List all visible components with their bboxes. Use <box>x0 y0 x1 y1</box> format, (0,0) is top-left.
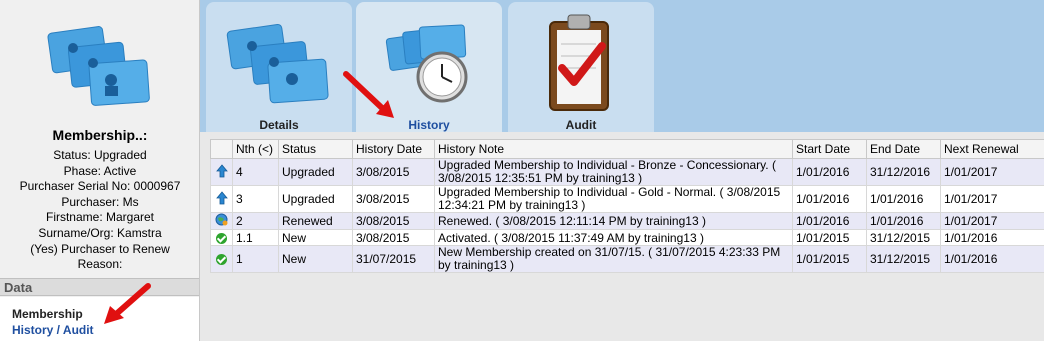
tab-history-label: History <box>408 118 450 132</box>
cell-status: Renewed <box>278 212 353 230</box>
cell-history-date: 31/07/2015 <box>352 245 435 273</box>
column-header-history-note[interactable]: History Note <box>434 139 793 159</box>
info-status: Status: Upgraded <box>53 148 147 162</box>
membership-info: Status: Upgraded Phase: Active Purchaser… <box>0 148 199 278</box>
cell-next-renewal: 1/01/2017 <box>940 158 1044 186</box>
data-link-membership[interactable]: Membership <box>12 307 83 321</box>
info-phase: Phase: Active <box>63 163 137 178</box>
cell-status: Upgraded <box>278 158 353 186</box>
table-row[interactable]: 1 New 31/07/2015 New Membership created … <box>210 245 1044 273</box>
cell-start-date: 1/01/2016 <box>792 185 867 213</box>
note-text: New Membership created on 31/07/15. ( 31… <box>438 246 781 272</box>
cell-nth: 3 <box>232 185 279 213</box>
annotation-arrow-icon <box>343 71 394 118</box>
cell-next-renewal: 1/01/2016 <box>940 229 1044 246</box>
cell-next-renewal: 1/01/2017 <box>940 185 1044 213</box>
clipboard-check-icon <box>549 14 609 111</box>
cell-end-date: 31/12/2016 <box>866 158 941 186</box>
cell-history-date: 3/08/2015 <box>352 185 435 213</box>
cell-end-date: 31/12/2015 <box>866 229 941 246</box>
cell-end-date: 1/01/2016 <box>866 185 941 213</box>
info-renew: (Yes) Purchaser to Renew <box>30 241 170 256</box>
cell-start-date: 1/01/2016 <box>792 212 867 230</box>
upgrade-arrow-icon <box>210 185 233 213</box>
member-cards-icon <box>226 24 329 104</box>
check-circle-icon <box>210 245 233 273</box>
cell-history-note: Upgraded Membership to Individual - Gold… <box>434 185 793 213</box>
cell-history-note: Upgraded Membership to Individual - Bron… <box>434 158 793 186</box>
table-row[interactable]: 1.1 New 3/08/2015 Activated. ( 3/08/2015… <box>210 229 1044 246</box>
table-header-row: Nth (<) Status History Date History Note… <box>210 139 1044 159</box>
cell-history-date: 3/08/2015 <box>352 212 435 230</box>
table-row[interactable]: 2 Renewed 3/08/2015 Renewed. ( 3/08/2015… <box>210 212 1044 230</box>
cell-end-date: 31/12/2015 <box>866 245 941 273</box>
cell-next-renewal: 1/01/2016 <box>940 245 1044 273</box>
table-row[interactable]: 4 Upgraded 3/08/2015 Upgraded Membership… <box>210 158 1044 186</box>
info-firstname: Firstname: Margaret <box>45 210 155 225</box>
table-row[interactable]: 3 Upgraded 3/08/2015 Upgraded Membership… <box>210 185 1044 213</box>
cell-end-date: 1/01/2016 <box>866 212 941 230</box>
cell-status: Upgraded <box>278 185 353 213</box>
tab-details[interactable]: Details <box>206 2 352 132</box>
note-text: Upgraded Membership to Individual - Gold… <box>438 186 781 212</box>
cell-history-note: New Membership created on 31/07/15. ( 31… <box>434 245 793 273</box>
data-link-history-audit[interactable]: History / Audit <box>12 323 94 337</box>
cell-history-date: 3/08/2015 <box>352 229 435 246</box>
upgrade-arrow-icon <box>210 158 233 186</box>
cell-nth: 4 <box>232 158 279 186</box>
tab-details-label: Details <box>259 118 299 132</box>
column-header-end-date[interactable]: End Date <box>866 139 941 159</box>
annotation-arrow-icon <box>104 283 151 324</box>
column-header-icon[interactable] <box>210 139 233 159</box>
tab-strip: Details History Audit <box>200 0 1044 132</box>
info-purchaser: Purchaser: Ms <box>61 194 139 209</box>
cell-history-date: 3/08/2015 <box>352 158 435 186</box>
cell-nth: 1.1 <box>232 229 279 246</box>
history-grid-area: Nth (<) Status History Date History Note… <box>200 132 1044 341</box>
info-reason: Reason: <box>77 257 123 272</box>
membership-title: Membership..: <box>52 127 148 143</box>
cell-start-date: 1/01/2016 <box>792 158 867 186</box>
cell-next-renewal: 1/01/2017 <box>940 212 1044 230</box>
tab-audit[interactable]: Audit <box>508 2 654 132</box>
cell-history-note: Activated. ( 3/08/2015 11:37:49 AM by tr… <box>434 229 793 246</box>
info-purchaser-serial: Purchaser Serial No: 0000967 <box>19 179 181 194</box>
column-header-history-date[interactable]: History Date <box>352 139 435 159</box>
cell-start-date: 1/01/2015 <box>792 229 867 246</box>
cell-start-date: 1/01/2015 <box>792 245 867 273</box>
cell-status: New <box>278 245 353 273</box>
cell-nth: 2 <box>232 212 279 230</box>
cell-nth: 1 <box>232 245 279 273</box>
check-circle-icon <box>210 229 233 246</box>
member-cards-icon <box>47 26 150 106</box>
cell-history-note: Renewed. ( 3/08/2015 12:11:14 PM by trai… <box>434 212 793 230</box>
left-panel: Membership..: Status: Upgraded Phase: Ac… <box>0 0 200 341</box>
column-header-status[interactable]: Status <box>278 139 353 159</box>
column-header-nth[interactable]: Nth (<) <box>232 139 279 159</box>
history-table: Nth (<) Status History Date History Note… <box>210 139 1044 273</box>
cell-status: New <box>278 229 353 246</box>
column-header-next-renewal[interactable]: Next Renewal <box>940 139 1044 159</box>
column-header-start-date[interactable]: Start Date <box>792 139 867 159</box>
info-surname: Surname/Org: Kamstra <box>38 225 162 240</box>
renew-globe-icon <box>210 212 233 230</box>
note-text: Upgraded Membership to Individual - Bron… <box>438 159 776 185</box>
tab-audit-label: Audit <box>565 118 597 132</box>
